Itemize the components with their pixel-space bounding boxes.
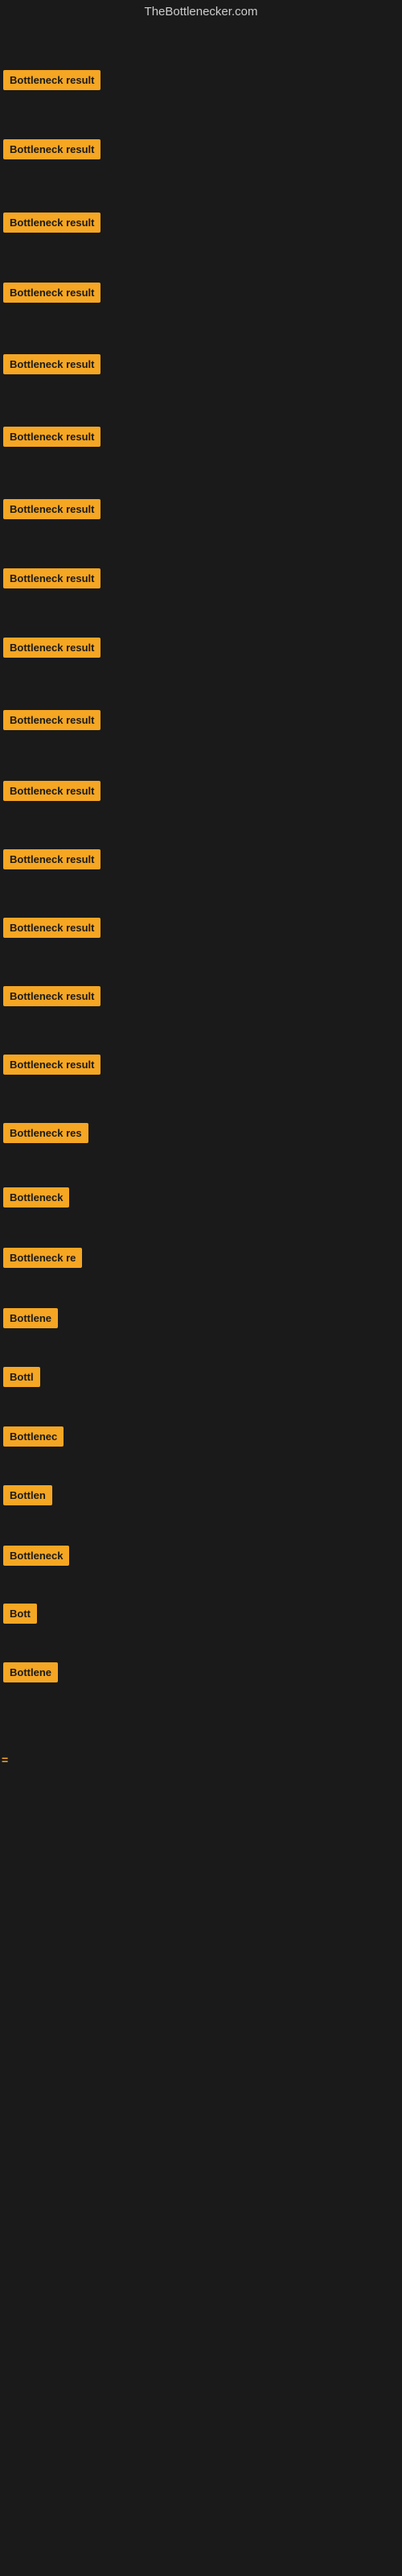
bottleneck-badge[interactable]: Bottleneck result bbox=[3, 213, 100, 233]
bottleneck-row-13: Bottleneck result bbox=[0, 985, 104, 1012]
bottleneck-row-12: Bottleneck result bbox=[0, 916, 104, 943]
bottleneck-badge[interactable]: Bottleneck result bbox=[3, 781, 100, 801]
bottleneck-row-7: Bottleneck result bbox=[0, 567, 104, 594]
bottleneck-badge[interactable]: Bott bbox=[3, 1604, 37, 1624]
bottleneck-row-3: Bottleneck result bbox=[0, 281, 104, 308]
bottleneck-row-19: Bottl bbox=[0, 1365, 43, 1393]
bottleneck-row-20: Bottlenec bbox=[0, 1425, 67, 1452]
bottleneck-row-9: Bottleneck result bbox=[0, 708, 104, 736]
small-marker: = bbox=[2, 1753, 8, 1766]
bottleneck-badge[interactable]: Bottleneck result bbox=[3, 986, 100, 1006]
bottleneck-badge[interactable]: Bottleneck result bbox=[3, 499, 100, 519]
bottleneck-badge[interactable]: Bottlenec bbox=[3, 1426, 64, 1447]
bottleneck-badge[interactable]: Bottleneck result bbox=[3, 283, 100, 303]
bottleneck-badge[interactable]: Bottleneck result bbox=[3, 849, 100, 869]
bottleneck-badge[interactable]: Bottleneck result bbox=[3, 568, 100, 588]
bottleneck-badge[interactable]: Bottl bbox=[3, 1367, 40, 1387]
bottleneck-row-0: Bottleneck result bbox=[0, 68, 104, 96]
bottleneck-row-8: Bottleneck result bbox=[0, 636, 104, 663]
bottleneck-row-23: Bott bbox=[0, 1602, 40, 1629]
bottleneck-badge[interactable]: Bottleneck re bbox=[3, 1248, 82, 1268]
bottleneck-row-18: Bottlene bbox=[0, 1307, 61, 1334]
bottleneck-badge[interactable]: Bottleneck result bbox=[3, 1055, 100, 1075]
bottleneck-badge[interactable]: Bottleneck result bbox=[3, 70, 100, 90]
bottleneck-badge[interactable]: Bottleneck result bbox=[3, 638, 100, 658]
bottleneck-badge[interactable]: Bottleneck result bbox=[3, 139, 100, 159]
bottleneck-badge[interactable]: Bottleneck result bbox=[3, 427, 100, 447]
bottleneck-row-1: Bottleneck result bbox=[0, 138, 104, 165]
bottleneck-row-17: Bottleneck re bbox=[0, 1246, 85, 1274]
bottleneck-badge[interactable]: Bottleneck result bbox=[3, 918, 100, 938]
bottleneck-row-16: Bottleneck bbox=[0, 1186, 72, 1213]
bottleneck-row-21: Bottlen bbox=[0, 1484, 55, 1511]
bottleneck-badge[interactable]: Bottleneck res bbox=[3, 1123, 88, 1143]
bottleneck-row-4: Bottleneck result bbox=[0, 353, 104, 380]
bottleneck-row-24: Bottlene bbox=[0, 1661, 61, 1688]
bottleneck-row-15: Bottleneck res bbox=[0, 1121, 92, 1149]
bottleneck-badge[interactable]: Bottleneck result bbox=[3, 354, 100, 374]
site-title: TheBottlenecker.com bbox=[0, 0, 402, 23]
bottleneck-row-2: Bottleneck result bbox=[0, 211, 104, 238]
bottleneck-row-11: Bottleneck result bbox=[0, 848, 104, 875]
bottleneck-badge[interactable]: Bottleneck result bbox=[3, 710, 100, 730]
bottleneck-badge[interactable]: Bottlene bbox=[3, 1662, 58, 1682]
bottleneck-badge[interactable]: Bottleneck bbox=[3, 1546, 69, 1566]
bottleneck-row-14: Bottleneck result bbox=[0, 1053, 104, 1080]
bottleneck-row-5: Bottleneck result bbox=[0, 425, 104, 452]
bottleneck-badge[interactable]: Bottleneck bbox=[3, 1187, 69, 1208]
bottleneck-badge[interactable]: Bottlen bbox=[3, 1485, 52, 1505]
bottleneck-row-22: Bottleneck bbox=[0, 1544, 72, 1571]
bottleneck-row-10: Bottleneck result bbox=[0, 779, 104, 807]
bottleneck-row-6: Bottleneck result bbox=[0, 497, 104, 525]
bottleneck-badge[interactable]: Bottlene bbox=[3, 1308, 58, 1328]
